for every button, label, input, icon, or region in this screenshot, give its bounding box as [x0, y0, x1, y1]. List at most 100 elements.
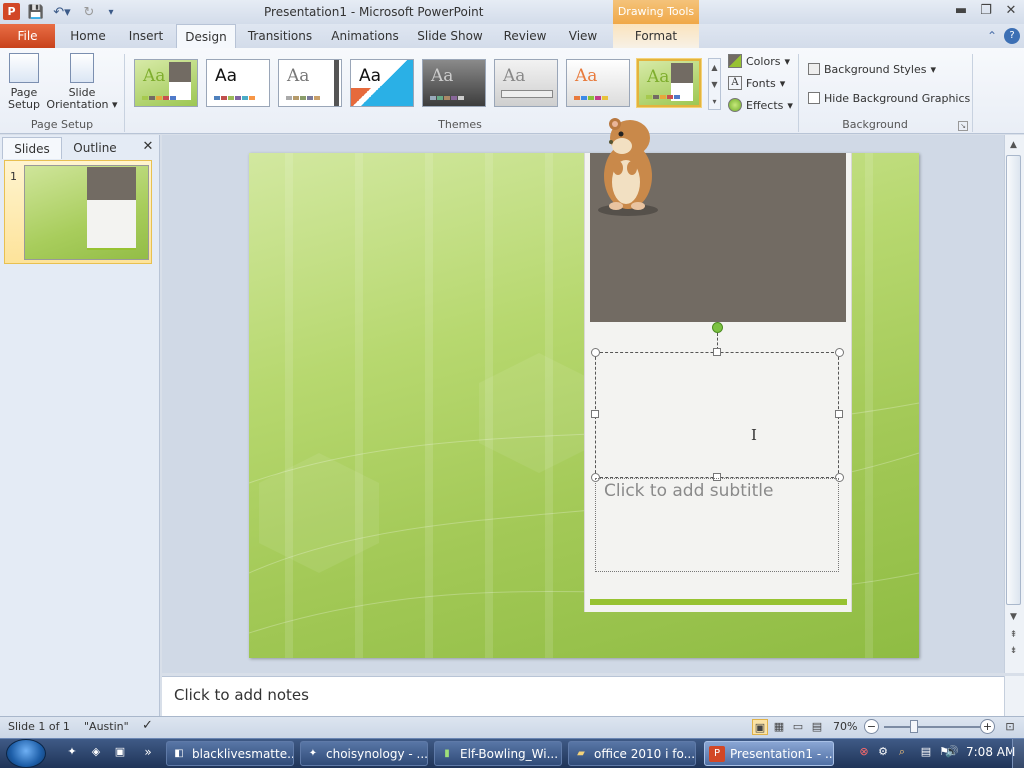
help-icon[interactable]: ? — [1004, 28, 1020, 44]
fit-to-window-icon[interactable]: ⊡ — [1002, 719, 1018, 735]
resize-handle-top[interactable] — [713, 348, 721, 356]
background-dialog-launcher-icon[interactable]: ↘ — [958, 121, 968, 131]
slide-thumbnail[interactable] — [24, 165, 149, 260]
tab-file[interactable]: File — [0, 24, 55, 48]
resize-handle-top-right[interactable] — [835, 348, 844, 357]
taskbar-item-4[interactable]: ▰ office 2010 i fo... — [568, 741, 696, 766]
powerpoint-icon: P — [709, 745, 725, 762]
notes-scrollbar[interactable] — [1004, 676, 1024, 716]
background-group-label: Background — [842, 118, 908, 131]
theme-thumb-7[interactable]: Aa — [566, 59, 630, 107]
minimize-ribbon-icon[interactable]: ⌃ — [984, 28, 1000, 44]
tab-animations[interactable]: Animations — [328, 24, 402, 48]
theme-thumb-3[interactable]: Aa — [278, 59, 342, 107]
slide-number: 1 — [10, 170, 17, 183]
minimize-button[interactable]: ▬ — [950, 2, 972, 20]
zoom-out-icon[interactable]: − — [864, 719, 879, 734]
close-pane-icon[interactable]: ✕ — [140, 139, 156, 155]
resize-handle-right[interactable] — [835, 410, 843, 418]
tab-view[interactable]: View — [562, 24, 604, 48]
start-button[interactable] — [6, 739, 46, 768]
effects-button[interactable]: Effects ▾ — [728, 96, 793, 114]
tray-network-icon[interactable]: ▤ — [918, 744, 934, 760]
hide-background-graphics-checkbox[interactable]: Hide Background Graphics — [808, 89, 970, 107]
resize-handle-left[interactable] — [591, 410, 599, 418]
slide-orientation-button[interactable]: Slide Orientation ▾ — [46, 53, 118, 117]
system-clock[interactable]: 7:08 AM — [966, 745, 1015, 759]
background-styles-button[interactable]: Background Styles ▾ — [808, 60, 936, 78]
zoom-in-icon[interactable]: + — [980, 719, 995, 734]
scroll-down-icon[interactable]: ▼ — [1006, 610, 1021, 624]
scroll-thumb[interactable] — [1006, 155, 1021, 605]
rotation-handle[interactable] — [712, 322, 723, 333]
scroll-up-icon[interactable]: ▲ — [1006, 138, 1021, 152]
page-setup-button[interactable]: Page Setup — [4, 53, 44, 117]
checkbox-icon — [808, 92, 820, 104]
quicklaunch-icon-2[interactable]: ◈ — [88, 744, 104, 760]
spell-check-icon[interactable]: ✓ — [142, 718, 153, 733]
taskbar-item-1[interactable]: ◧ blacklivesmatte... — [166, 741, 294, 766]
quicklaunch-overflow-icon[interactable]: » — [140, 744, 156, 760]
close-button[interactable]: ✕ — [1000, 2, 1022, 20]
tab-format[interactable]: Format — [613, 24, 699, 48]
tab-transitions[interactable]: Transitions — [244, 24, 316, 48]
theme-thumb-austin-selected[interactable]: Aa — [637, 59, 701, 107]
fonts-button[interactable]: A Fonts ▾ — [728, 74, 785, 92]
previous-slide-icon[interactable]: ⇞ — [1006, 628, 1021, 642]
tray-icon-3[interactable]: ⌕ — [894, 744, 910, 760]
page-setup-label-2: Setup — [7, 98, 41, 111]
tab-slide-show[interactable]: Slide Show — [414, 24, 486, 48]
tray-volume-icon[interactable]: 🔊 — [944, 744, 960, 760]
zoom-slider-knob[interactable] — [910, 720, 918, 733]
taskbar-item-label: blacklivesmatte... — [192, 746, 294, 761]
notes-placeholder: Click to add notes — [174, 686, 309, 704]
taskbar-item-5[interactable]: P Presentation1 - ... — [704, 741, 834, 766]
tab-slides[interactable]: Slides — [2, 137, 62, 159]
tab-design[interactable]: Design — [176, 24, 236, 49]
zoom-slider[interactable] — [884, 726, 980, 728]
normal-view-icon[interactable]: ▣ — [752, 719, 768, 735]
effects-icon — [728, 98, 742, 112]
theme-thumb-office[interactable]: Aa — [206, 59, 270, 107]
show-desktop-button[interactable] — [1012, 739, 1024, 768]
quicklaunch-icon-1[interactable]: ✦ — [64, 744, 80, 760]
taskbar-item-2[interactable]: ✦ choisynology - ... — [300, 741, 428, 766]
tray-icon-1[interactable]: ⊗ — [856, 744, 872, 760]
tab-insert[interactable]: Insert — [122, 24, 170, 48]
save-icon[interactable]: 💾 — [26, 2, 46, 22]
browser-icon: ◧ — [174, 747, 184, 759]
themes-group-label: Themes — [438, 118, 482, 131]
tab-home[interactable]: Home — [64, 24, 112, 48]
undo-icon[interactable]: ↶▾ — [48, 2, 76, 22]
title-placeholder-selected[interactable] — [595, 352, 839, 478]
theme-gallery-scroll[interactable]: ▲ ▼ ▾ — [708, 58, 721, 110]
next-slide-icon[interactable]: ⇟ — [1006, 644, 1021, 658]
resize-handle-top-left[interactable] — [591, 348, 600, 357]
restore-button[interactable]: ❐ — [975, 2, 997, 20]
slide-show-icon[interactable]: ▤ — [809, 719, 825, 735]
ribbon-separator — [124, 54, 125, 132]
show-desktop-icon[interactable]: ▣ — [112, 744, 128, 760]
reading-view-icon[interactable]: ▭ — [790, 719, 806, 735]
customize-qat-icon[interactable]: ▾ — [104, 2, 118, 22]
slide-orientation-label-2: Orientation — [46, 98, 109, 111]
zoom-level[interactable]: 70% — [833, 720, 857, 733]
theme-thumb-text: Aa — [575, 66, 598, 86]
slide-sorter-icon[interactable]: ▦ — [771, 719, 787, 735]
colors-button[interactable]: Colors ▾ — [728, 52, 790, 70]
hamster-image — [598, 118, 658, 216]
tray-icon-2[interactable]: ⚙ — [875, 744, 891, 760]
theme-thumb-6[interactable]: Aa — [494, 59, 558, 107]
theme-thumb-4[interactable]: Aa — [350, 59, 414, 107]
tab-review[interactable]: Review — [498, 24, 552, 48]
slide-accent-bar — [590, 599, 847, 605]
tab-outline[interactable]: Outline — [64, 137, 126, 159]
theme-thumb-1[interactable]: Aa — [134, 59, 198, 107]
subtitle-placeholder-text: Click to add subtitle — [604, 481, 774, 501]
powerpoint-logo-icon[interactable]: P — [3, 3, 20, 20]
window-title: Presentation1 - Microsoft PowerPoint — [264, 5, 484, 19]
hide-background-graphics-label: Hide Background Graphics — [824, 91, 971, 105]
theme-thumb-5[interactable]: Aa — [422, 59, 486, 107]
taskbar-item-3[interactable]: ▮ Elf-Bowling_Wi... — [434, 741, 562, 766]
theme-thumb-text: Aa — [143, 66, 166, 86]
